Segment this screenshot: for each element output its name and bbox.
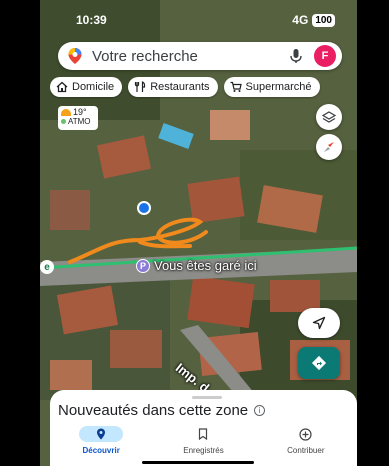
status-time: 10:39 <box>76 13 107 27</box>
google-maps-pin-icon <box>68 48 82 64</box>
chip-restaurants[interactable]: Restaurants <box>128 77 218 97</box>
navigation-arrow-icon <box>312 316 326 330</box>
air-quality-label: ATMO <box>68 117 91 126</box>
directions-icon <box>311 355 327 371</box>
home-indicator[interactable] <box>142 461 254 464</box>
bookmark-icon <box>181 426 225 442</box>
nav-label: Enregistrés <box>183 446 224 455</box>
compass-button[interactable] <box>316 134 342 160</box>
nav-label: Découvrir <box>82 446 120 455</box>
chip-label: Restaurants <box>150 81 210 93</box>
nav-decouvrir[interactable]: Découvrir <box>50 422 152 466</box>
nav-label: Contribuer <box>287 446 325 455</box>
layers-icon <box>322 111 336 123</box>
parking-text: Vous êtes garé ici <box>154 258 257 273</box>
road-badge: e <box>40 260 54 274</box>
sheet-drag-handle[interactable] <box>192 396 222 399</box>
weather-temp-row: 19° <box>61 108 95 117</box>
compass-icon <box>324 142 334 152</box>
network-label: 4G <box>292 13 309 27</box>
search-bar[interactable]: Votre recherche F <box>58 42 342 70</box>
weather-temp: 19° <box>73 107 87 117</box>
search-input[interactable]: Votre recherche <box>92 48 288 65</box>
partly-sunny-icon <box>61 109 71 116</box>
parking-icon: P <box>136 258 150 273</box>
my-location-button[interactable] <box>298 308 340 338</box>
chip-domicile[interactable]: Domicile <box>50 77 123 97</box>
mic-icon[interactable] <box>288 48 304 64</box>
bottom-nav: Découvrir Enregistrés Contribuer <box>50 422 357 466</box>
info-icon[interactable]: i <box>254 405 266 416</box>
chip-supermarche[interactable]: Supermarché <box>223 77 320 97</box>
sheet-title: Nouveautés dans cette zone i <box>58 402 266 419</box>
sheet-title-text: Nouveautés dans cette zone <box>58 402 249 419</box>
status-right: 4G 100 <box>292 13 335 27</box>
category-chips: Domicile Restaurants Supermarché <box>50 77 357 99</box>
parking-label[interactable]: P Vous êtes garé ici <box>136 258 257 273</box>
battery-level: 100 <box>312 13 335 27</box>
nav-enregistres[interactable]: Enregistrés <box>152 422 254 466</box>
home-icon <box>56 81 68 93</box>
status-bar: 10:39 4G 100 <box>40 0 357 30</box>
nav-contribuer[interactable]: Contribuer <box>255 422 357 466</box>
air-quality-dot-icon <box>61 119 66 124</box>
chip-label: Domicile <box>72 81 115 93</box>
fork-knife-icon <box>135 81 146 92</box>
chip-label: Supermarché <box>245 81 312 93</box>
layers-button[interactable] <box>316 104 342 130</box>
air-quality-row: ATMO <box>61 117 95 126</box>
phone-screen: 10:39 4G 100 Votre recherche F Domicile … <box>40 0 357 466</box>
avatar[interactable]: F <box>314 45 336 67</box>
weather-badge[interactable]: 19° ATMO <box>58 106 98 130</box>
add-circle-icon <box>284 426 328 442</box>
directions-button[interactable] <box>298 347 340 379</box>
explore-pin-icon <box>79 426 124 442</box>
cart-icon <box>230 81 242 92</box>
